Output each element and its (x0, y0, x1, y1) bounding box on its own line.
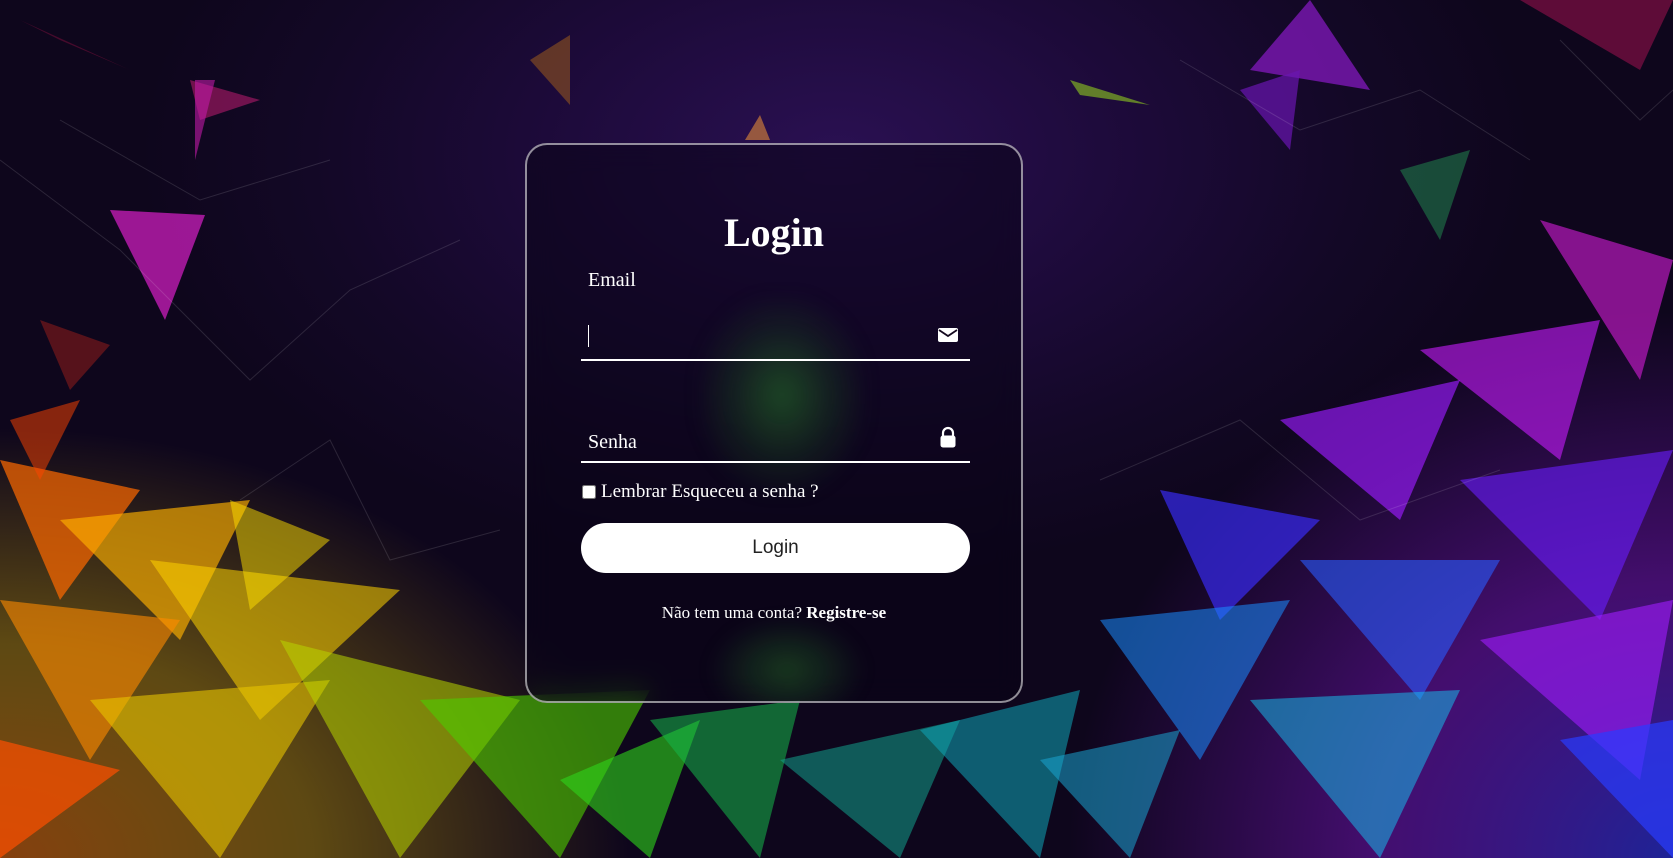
login-card: Login Email Senha Lembrar Esqueceu a sen… (525, 143, 1023, 703)
remember-checkbox[interactable] (582, 485, 596, 499)
password-field-group: Senha (581, 411, 970, 463)
card-background-glow-bottom (707, 615, 867, 701)
forgot-password-link[interactable]: Esqueceu a senha ? (671, 481, 818, 503)
email-input[interactable] (581, 309, 921, 355)
lock-icon (936, 425, 960, 449)
email-field-group: Email (581, 269, 970, 361)
password-input[interactable] (581, 411, 921, 457)
remember-row: Lembrar Esqueceu a senha ? (581, 481, 819, 503)
register-link[interactable]: Registre-se (806, 603, 886, 622)
register-prompt-text: Não tem uma conta? (661, 603, 802, 622)
remember-label[interactable]: Lembrar (601, 481, 666, 503)
register-prompt: Não tem uma conta? Registre-se (527, 603, 1021, 623)
login-title: Login (723, 210, 825, 255)
envelope-icon (936, 323, 960, 347)
email-label: Email (588, 269, 636, 291)
text-caret (588, 325, 589, 347)
login-button[interactable]: Login (581, 523, 970, 573)
